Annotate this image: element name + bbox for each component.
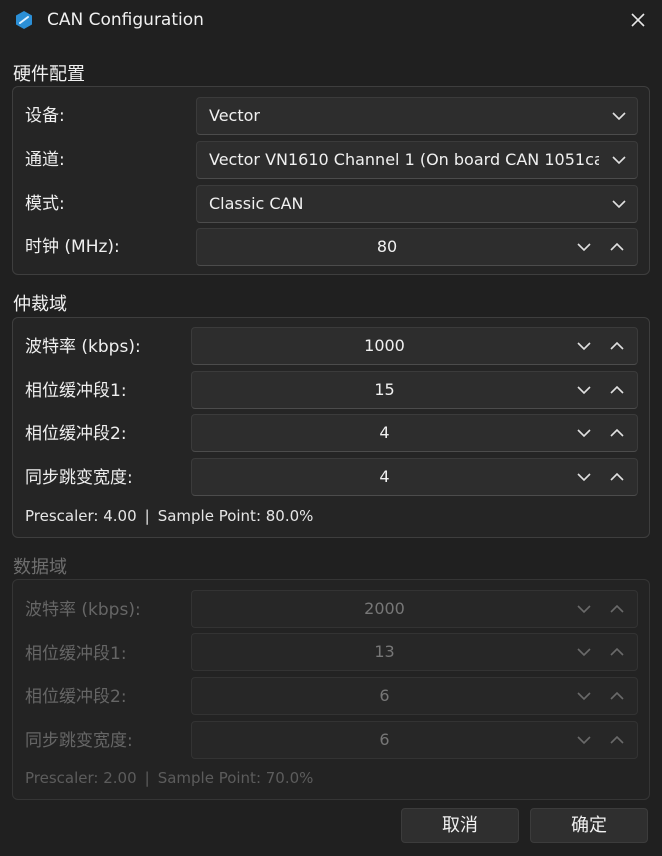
device-label: 设备:: [25, 106, 65, 126]
mode-value: Classic CAN: [209, 194, 304, 213]
data-timing-info: Prescaler: 2.00 | Sample Point: 70.0%: [25, 769, 313, 787]
data-bitrate-value: 2000: [364, 599, 405, 618]
chevron-up-icon: [610, 735, 624, 744]
arb-tseg1-decrement-button[interactable]: [568, 372, 600, 408]
ok-button[interactable]: 确定: [530, 808, 648, 843]
chevron-down-icon: [577, 473, 591, 482]
chevron-down-icon: [577, 736, 591, 745]
arb-sjw-spinbox[interactable]: 4: [191, 458, 638, 496]
arb-sjw-decrement-button[interactable]: [568, 459, 600, 495]
data-sjw-label: 同步跳变宽度:: [25, 731, 133, 751]
data-bitrate-increment-button[interactable]: [601, 591, 633, 627]
data-prescaler-text: Prescaler: 2.00: [25, 769, 137, 787]
data-tseg2-label: 相位缓冲段2:: [25, 687, 127, 707]
arb-sample-point-text: Sample Point: 80.0%: [157, 507, 314, 525]
data-tseg2-increment-button[interactable]: [601, 678, 633, 714]
arb-tseg2-value: 4: [379, 423, 390, 442]
chevron-down-icon: [577, 342, 591, 351]
data-tseg1-spinbox[interactable]: 13: [191, 633, 638, 671]
data-sjw-increment-button[interactable]: [601, 722, 633, 758]
chevron-up-icon: [610, 341, 624, 350]
arb-sjw-value: 4: [379, 467, 390, 486]
data-tseg2-decrement-button[interactable]: [568, 678, 600, 714]
arb-tseg2-decrement-button[interactable]: [568, 415, 600, 451]
chevron-down-icon: [612, 112, 626, 121]
arbitration-section-title: 仲裁域: [13, 294, 67, 315]
hardware-section-title: 硬件配置: [13, 64, 85, 85]
arb-tseg1-value: 15: [374, 380, 395, 399]
arb-bitrate-value: 1000: [364, 336, 405, 355]
arb-bitrate-decrement-button[interactable]: [568, 328, 600, 364]
data-tseg1-label: 相位缓冲段1:: [25, 644, 127, 664]
chevron-up-icon: [610, 604, 624, 613]
arb-tseg1-label: 相位缓冲段1:: [25, 381, 127, 401]
clock-decrement-button[interactable]: [568, 229, 600, 265]
data-sjw-decrement-button[interactable]: [568, 722, 600, 758]
data-section-title: 数据域: [13, 557, 67, 578]
device-value: Vector: [209, 106, 260, 125]
arb-prescaler-text: Prescaler: 4.00: [25, 507, 137, 525]
close-button[interactable]: [624, 6, 652, 34]
clock-increment-button[interactable]: [601, 229, 633, 265]
close-icon: [631, 13, 645, 27]
arb-sjw-increment-button[interactable]: [601, 459, 633, 495]
chevron-up-icon: [610, 242, 624, 251]
arb-bitrate-increment-button[interactable]: [601, 328, 633, 364]
channel-select[interactable]: Vector VN1610 Channel 1 (On board CAN 10…: [196, 141, 638, 179]
arb-sjw-label: 同步跳变宽度:: [25, 468, 133, 488]
chevron-down-icon: [612, 156, 626, 165]
data-tseg1-increment-button[interactable]: [601, 634, 633, 670]
arb-info-separator: |: [144, 507, 150, 525]
data-tseg2-value: 6: [379, 686, 390, 705]
data-tseg1-value: 13: [374, 642, 395, 661]
app-logo-icon: [16, 11, 32, 29]
chevron-down-icon: [577, 243, 591, 252]
arb-bitrate-label: 波特率 (kbps):: [25, 337, 141, 357]
chevron-up-icon: [610, 647, 624, 656]
chevron-down-icon: [577, 386, 591, 395]
data-sjw-spinbox[interactable]: 6: [191, 721, 638, 759]
chevron-down-icon: [577, 605, 591, 614]
arb-bitrate-spinbox[interactable]: 1000: [191, 327, 638, 365]
mode-select[interactable]: Classic CAN: [196, 185, 638, 223]
mode-label: 模式:: [25, 194, 65, 214]
arb-tseg1-increment-button[interactable]: [601, 372, 633, 408]
chevron-down-icon: [577, 692, 591, 701]
chevron-down-icon: [577, 429, 591, 438]
chevron-up-icon: [610, 428, 624, 437]
arb-tseg2-increment-button[interactable]: [601, 415, 633, 451]
data-bitrate-label: 波特率 (kbps):: [25, 600, 141, 620]
data-info-separator: |: [144, 769, 150, 787]
arb-tseg2-label: 相位缓冲段2:: [25, 424, 127, 444]
chevron-down-icon: [577, 648, 591, 657]
channel-label: 通道:: [25, 150, 65, 170]
chevron-up-icon: [610, 691, 624, 700]
chevron-down-icon: [612, 200, 626, 209]
device-select[interactable]: Vector: [196, 97, 638, 135]
data-bitrate-decrement-button[interactable]: [568, 591, 600, 627]
data-sample-point-text: Sample Point: 70.0%: [157, 769, 314, 787]
title-bar: CAN Configuration: [0, 0, 662, 40]
clock-value: 80: [376, 237, 398, 256]
window-title: CAN Configuration: [47, 10, 204, 30]
arb-timing-info: Prescaler: 4.00 | Sample Point: 80.0%: [25, 507, 313, 525]
arb-tseg1-spinbox[interactable]: 15: [191, 371, 638, 409]
data-bitrate-spinbox[interactable]: 2000: [191, 590, 638, 628]
channel-value: Vector VN1610 Channel 1 (On board CAN 10…: [209, 150, 599, 169]
chevron-up-icon: [610, 385, 624, 394]
chevron-up-icon: [610, 472, 624, 481]
data-tseg2-spinbox[interactable]: 6: [191, 677, 638, 715]
cancel-button[interactable]: 取消: [401, 808, 519, 843]
data-sjw-value: 6: [379, 730, 390, 749]
data-tseg1-decrement-button[interactable]: [568, 634, 600, 670]
clock-spinbox[interactable]: 80: [196, 228, 638, 266]
clock-label: 时钟 (MHz):: [25, 237, 120, 257]
arb-tseg2-spinbox[interactable]: 4: [191, 414, 638, 452]
